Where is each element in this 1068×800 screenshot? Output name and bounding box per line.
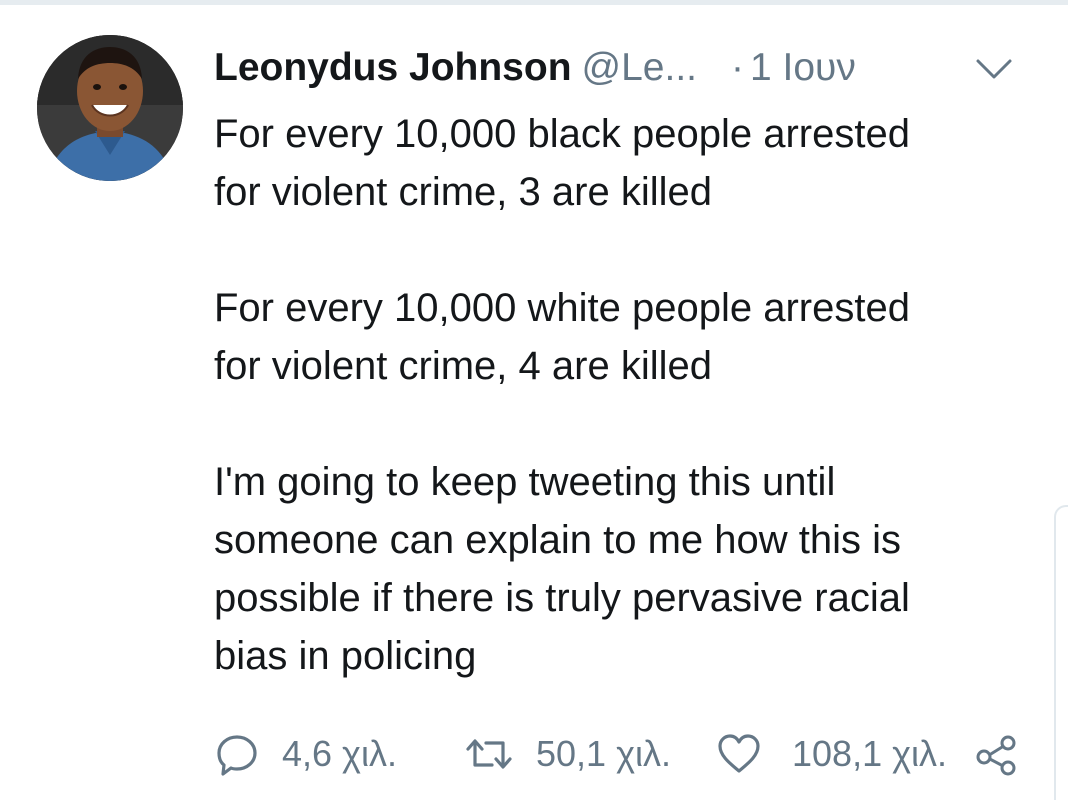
tweet-text-line: For every 10,000 black people arrested bbox=[214, 112, 910, 156]
heart-icon bbox=[718, 734, 760, 773]
tweet-text: For every 10,000 black people arrested f… bbox=[214, 105, 1034, 685]
author-display-name[interactable]: Leonydus Johnson bbox=[214, 46, 572, 89]
like-count: 108,1 χιλ. bbox=[792, 733, 947, 774]
tweet[interactable]: Leonydus Johnson @Le... · 1 Ιουν For every … bbox=[0, 5, 1068, 800]
share-icon bbox=[976, 735, 1016, 776]
tweet-text-line: bias in policing bbox=[214, 634, 477, 678]
tweet-header: Leonydus Johnson @Le... · 1 Ιουν bbox=[214, 43, 1034, 93]
reply-button[interactable]: 4,6 χιλ. bbox=[214, 727, 397, 781]
author-handle[interactable]: @Le... bbox=[582, 46, 697, 89]
chevron-down-icon bbox=[976, 59, 1012, 79]
like-button[interactable]: 108,1 χιλ. bbox=[716, 727, 947, 781]
avatar[interactable] bbox=[37, 35, 183, 181]
tweet-actions: 4,6 χιλ. 50,1 χιλ. 108,1 χιλ. bbox=[214, 727, 1034, 781]
tweet-text-line: possible if there is truly pervasive rac… bbox=[214, 576, 910, 620]
tweet-text-line: for violent crime, 4 are killed bbox=[214, 344, 712, 388]
share-button[interactable] bbox=[974, 733, 1018, 777]
tweet-text-line: I'm going to keep tweeting this until bbox=[214, 460, 836, 504]
tweet-text-line: For every 10,000 white people arrested bbox=[214, 286, 910, 330]
avatar-image bbox=[37, 35, 183, 181]
reply-icon bbox=[217, 735, 257, 776]
header-separator: · bbox=[731, 46, 744, 89]
retweet-icon bbox=[466, 739, 512, 769]
tweet-menu-button[interactable] bbox=[972, 51, 1016, 85]
reply-count: 4,6 χιλ. bbox=[282, 733, 397, 774]
scroll-edge bbox=[1054, 505, 1068, 800]
tweet-text-line: someone can explain to me how this is bbox=[214, 518, 902, 562]
tweet-timestamp[interactable]: 1 Ιουν bbox=[750, 46, 856, 89]
retweet-button[interactable]: 50,1 χιλ. bbox=[464, 727, 671, 781]
retweet-count: 50,1 χιλ. bbox=[536, 733, 671, 774]
tweet-text-line: for violent crime, 3 are killed bbox=[214, 170, 712, 214]
